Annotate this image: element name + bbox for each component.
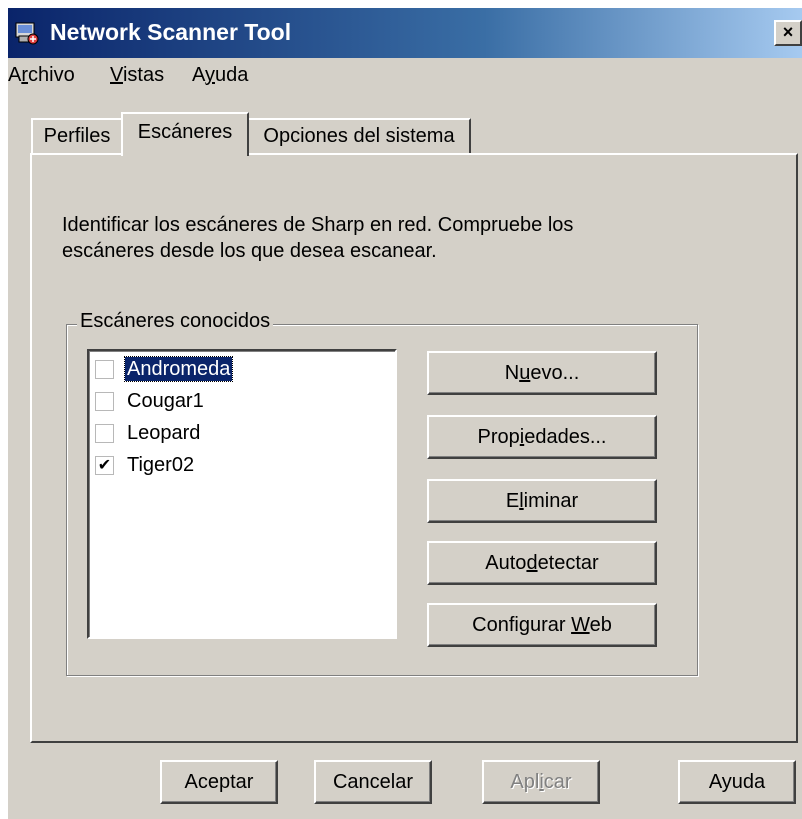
tab-panel-escaneres: Identificar los escáneres de Sharp en re… bbox=[30, 153, 798, 743]
configurar-web-button[interactable]: Configurar Web bbox=[427, 603, 657, 647]
ayuda-button[interactable]: Ayuda bbox=[678, 760, 796, 804]
checkbox-cougar1[interactable] bbox=[95, 392, 114, 411]
tab-escaneres[interactable]: Escáneres bbox=[121, 112, 249, 156]
tab-perfiles[interactable]: Perfiles bbox=[31, 118, 123, 154]
menu-vistas[interactable]: Vistas bbox=[110, 64, 164, 87]
description-line-1: Identificar los escáneres de Sharp en re… bbox=[62, 214, 574, 236]
list-item-andromeda[interactable]: Andromeda bbox=[95, 355, 385, 385]
nuevo-button[interactable]: Nuevo... bbox=[427, 351, 657, 395]
autodetectar-button[interactable]: Autodetectar bbox=[427, 541, 657, 585]
list-item-tiger02[interactable]: ✔ Tiger02 bbox=[95, 451, 385, 481]
menu-ayuda[interactable]: Ayuda bbox=[192, 64, 248, 87]
scanner-name: Leopard bbox=[127, 422, 201, 444]
cancelar-label: Cancelar bbox=[332, 771, 414, 793]
checkbox-andromeda[interactable] bbox=[95, 360, 114, 379]
aplicar-button[interactable]: Aplicar bbox=[482, 760, 600, 804]
tab-opciones-del-sistema[interactable]: Opciones del sistema bbox=[247, 118, 471, 154]
scanner-name: Cougar1 bbox=[127, 390, 204, 412]
propiedades-button[interactable]: Propiedades... bbox=[427, 415, 657, 459]
menu-bar: Archivo Vistas Ayuda bbox=[8, 58, 802, 94]
list-item-cougar1[interactable]: Cougar1 bbox=[95, 387, 385, 417]
known-scanners-label: Escáneres conocidos bbox=[77, 310, 274, 333]
panel-description: Identificar los escáneres de Sharp en re… bbox=[62, 212, 702, 264]
close-icon: × bbox=[782, 22, 794, 42]
eliminar-button[interactable]: Eliminar bbox=[427, 479, 657, 523]
scanner-app-icon bbox=[15, 22, 39, 45]
cancelar-button[interactable]: Cancelar bbox=[314, 760, 432, 804]
checkbox-leopard[interactable] bbox=[95, 424, 114, 443]
scanner-name: Tiger02 bbox=[127, 454, 195, 476]
title-bar[interactable]: Network Scanner Tool × bbox=[8, 8, 802, 58]
scanner-list[interactable]: Andromeda Cougar1 Leopard ✔ Tiger02 bbox=[87, 349, 397, 639]
window-title: Network Scanner Tool bbox=[50, 19, 292, 45]
checkbox-tiger02[interactable]: ✔ bbox=[95, 456, 114, 475]
aceptar-button[interactable]: Aceptar bbox=[160, 760, 278, 804]
description-line-2: escáneres desde los que desea escanear. bbox=[62, 240, 437, 262]
scanner-name: Andromeda bbox=[123, 356, 234, 382]
list-item-leopard[interactable]: Leopard bbox=[95, 419, 385, 449]
tab-perfiles-label: Perfiles bbox=[43, 125, 111, 147]
ayuda-label: Ayuda bbox=[708, 771, 766, 793]
network-scanner-window: Network Scanner Tool × Archivo Vistas Ay… bbox=[8, 8, 802, 819]
known-scanners-group: Escáneres conocidos Andromeda Cougar1 Le… bbox=[66, 310, 698, 676]
tab-escaneres-label: Escáneres bbox=[137, 121, 233, 143]
close-button[interactable]: × bbox=[774, 20, 802, 46]
menu-archivo[interactable]: Archivo bbox=[8, 64, 75, 87]
aceptar-label: Aceptar bbox=[184, 771, 254, 793]
tab-opciones-label: Opciones del sistema bbox=[263, 125, 455, 147]
